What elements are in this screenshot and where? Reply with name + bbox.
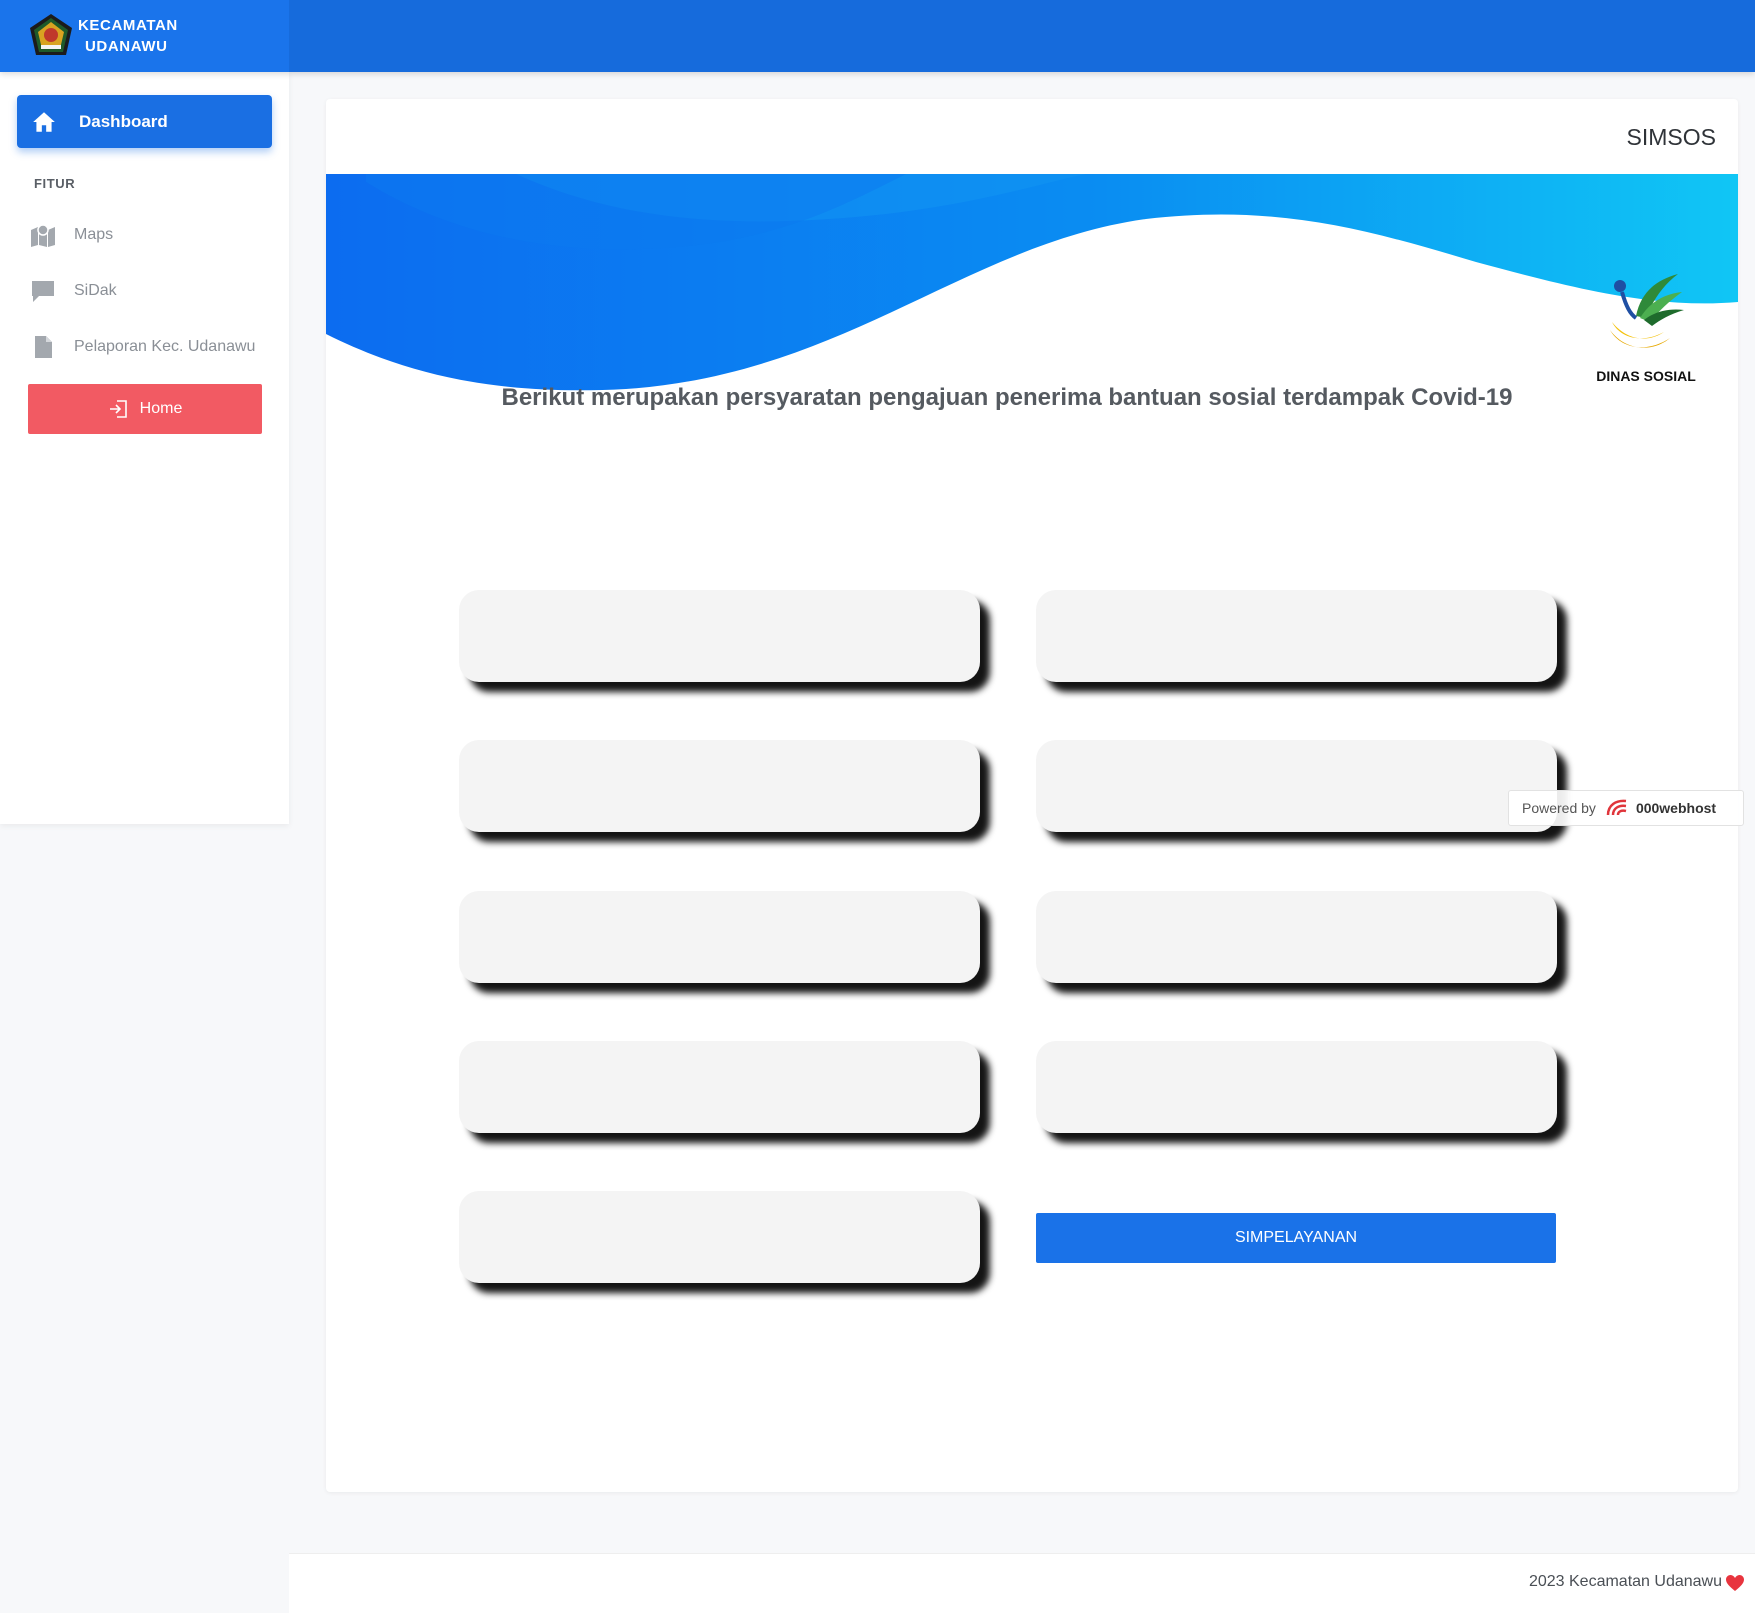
home-icon xyxy=(33,111,55,132)
chat-icon xyxy=(32,281,54,302)
requirement-card-6[interactable] xyxy=(1036,891,1557,983)
home-button[interactable]: Home xyxy=(28,384,262,434)
powered-by-prefix: Powered by xyxy=(1522,800,1596,816)
document-icon xyxy=(35,336,52,358)
map-icon xyxy=(31,224,55,247)
requirement-card-3[interactable] xyxy=(459,740,980,832)
requirement-card-8[interactable] xyxy=(1036,1041,1557,1133)
wave-banner xyxy=(326,174,1738,391)
powered-by-badge[interactable]: Powered by 000webhost xyxy=(1508,790,1744,826)
home-label: Home xyxy=(139,400,183,417)
footer-copyright: 2023 Kecamatan Udanawu xyxy=(1528,1573,1722,1590)
page-title: SIMSOS xyxy=(1626,124,1716,150)
dashboard-label: Dashboard xyxy=(79,111,168,131)
brand[interactable]: KECAMATAN UDANAWU xyxy=(0,0,289,72)
sidebar-item-dashboard[interactable]: Dashboard xyxy=(17,95,272,148)
sidebar: Dashboard FITUR Maps SiDak Pelaporan Kec… xyxy=(0,72,289,824)
000webhost-logo-icon xyxy=(1606,799,1627,816)
requirement-card-2[interactable] xyxy=(1036,590,1557,682)
sidebar-item-label: Maps xyxy=(74,226,114,243)
sidebar-item-label: Pelaporan Kec. Udanawu xyxy=(74,338,256,355)
requirement-card-7[interactable] xyxy=(459,1041,980,1133)
intro-text: Berikut merupakan persyaratan pengajuan … xyxy=(501,384,1513,411)
simpelayanan-button[interactable]: SIMPELAYANAN xyxy=(1036,1213,1556,1263)
requirement-card-4[interactable] xyxy=(1036,740,1557,832)
section-title-fitur: FITUR xyxy=(34,176,76,191)
requirement-card-9[interactable] xyxy=(459,1191,980,1283)
requirement-card-1[interactable] xyxy=(459,590,980,682)
top-bar: KECAMATAN UDANAWU xyxy=(0,0,1755,72)
dinas-sosial-caption: DINAS SOSIAL xyxy=(1596,368,1696,384)
sign-in-icon xyxy=(109,400,127,418)
sidebar-item-maps[interactable]: Maps xyxy=(30,220,113,250)
requirement-card-5[interactable] xyxy=(459,891,980,983)
powered-by-brand: 000webhost xyxy=(1635,800,1717,816)
brand-name: KECAMATAN UDANAWU xyxy=(78,15,178,57)
footer: 2023 Kecamatan Udanawu xyxy=(289,1553,1755,1613)
brand-line-2: UDANAWU xyxy=(85,38,168,55)
heart-icon xyxy=(1726,1575,1744,1591)
sidebar-item-pelaporan[interactable]: Pelaporan Kec. Udanawu xyxy=(30,332,255,362)
brand-line-1: KECAMATAN xyxy=(78,17,178,34)
dinas-sosial-logo-icon xyxy=(1610,274,1684,348)
sidebar-item-sidak[interactable]: SiDak xyxy=(30,276,117,306)
kecamatan-emblem-icon xyxy=(30,14,72,55)
sidebar-item-label: SiDak xyxy=(74,282,117,299)
